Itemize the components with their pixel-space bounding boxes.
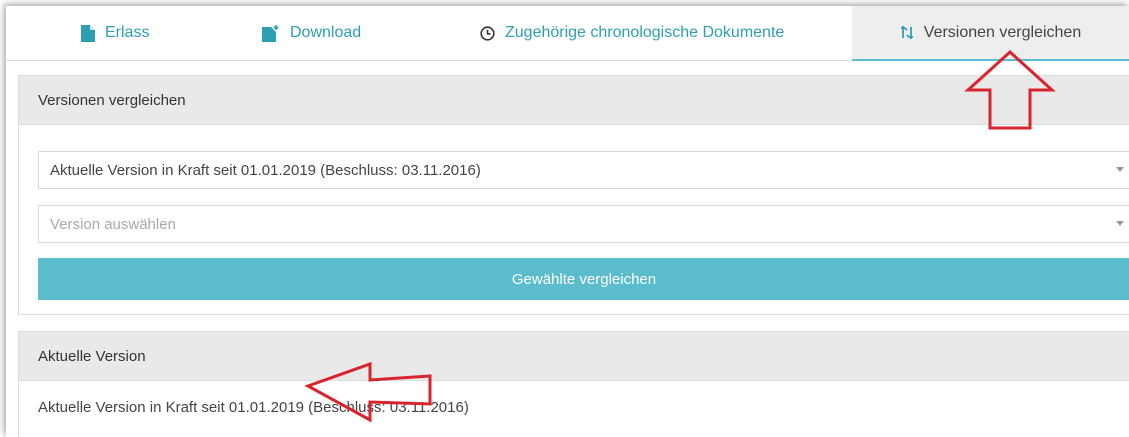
download-document-icon [262, 24, 280, 42]
tab-chrono-label: Zugehörige chronologische Dokumente [505, 24, 785, 41]
panel-title: Versionen vergleichen [19, 76, 1129, 125]
tab-erlass-label: Erlass [105, 24, 150, 41]
tab-chronological-documents[interactable]: Zugehörige chronologische Dokumente [480, 6, 784, 60]
page-frame: Erlass Download Zugehörige chronologisch… [6, 6, 1129, 437]
compare-versions-panel: Versionen vergleichen Aktuelle Version i… [18, 75, 1129, 315]
chevron-down-icon [1116, 167, 1124, 172]
tab-bar: Erlass Download Zugehörige chronologisch… [6, 6, 1129, 61]
current-version-text: Aktuelle Version in Kraft seit 01.01.201… [38, 399, 469, 416]
tab-download-label: Download [290, 24, 362, 41]
version-select-placeholder: Version auswählen [50, 215, 176, 233]
compare-icon [900, 25, 914, 40]
current-version-title: Aktuelle Version [19, 332, 1129, 381]
tab-compare-versions[interactable]: Versionen vergleichen [852, 6, 1129, 61]
current-version-select[interactable]: Aktuelle Version in Kraft seit 01.01.201… [38, 151, 1129, 189]
document-icon [81, 24, 95, 42]
chevron-down-icon [1116, 221, 1124, 226]
current-version-select-value: Aktuelle Version in Kraft seit 01.01.201… [50, 161, 481, 179]
version-select[interactable]: Version auswählen [38, 205, 1129, 243]
current-version-panel: Aktuelle Version Aktuelle Version in Kra… [18, 331, 1129, 437]
tab-versions-label: Versionen vergleichen [923, 23, 1082, 41]
clock-icon [480, 25, 495, 41]
compare-selected-button[interactable]: Gewählte vergleichen [38, 258, 1129, 300]
tab-erlass[interactable]: Erlass [81, 6, 149, 60]
tab-download[interactable]: Download [262, 6, 361, 60]
